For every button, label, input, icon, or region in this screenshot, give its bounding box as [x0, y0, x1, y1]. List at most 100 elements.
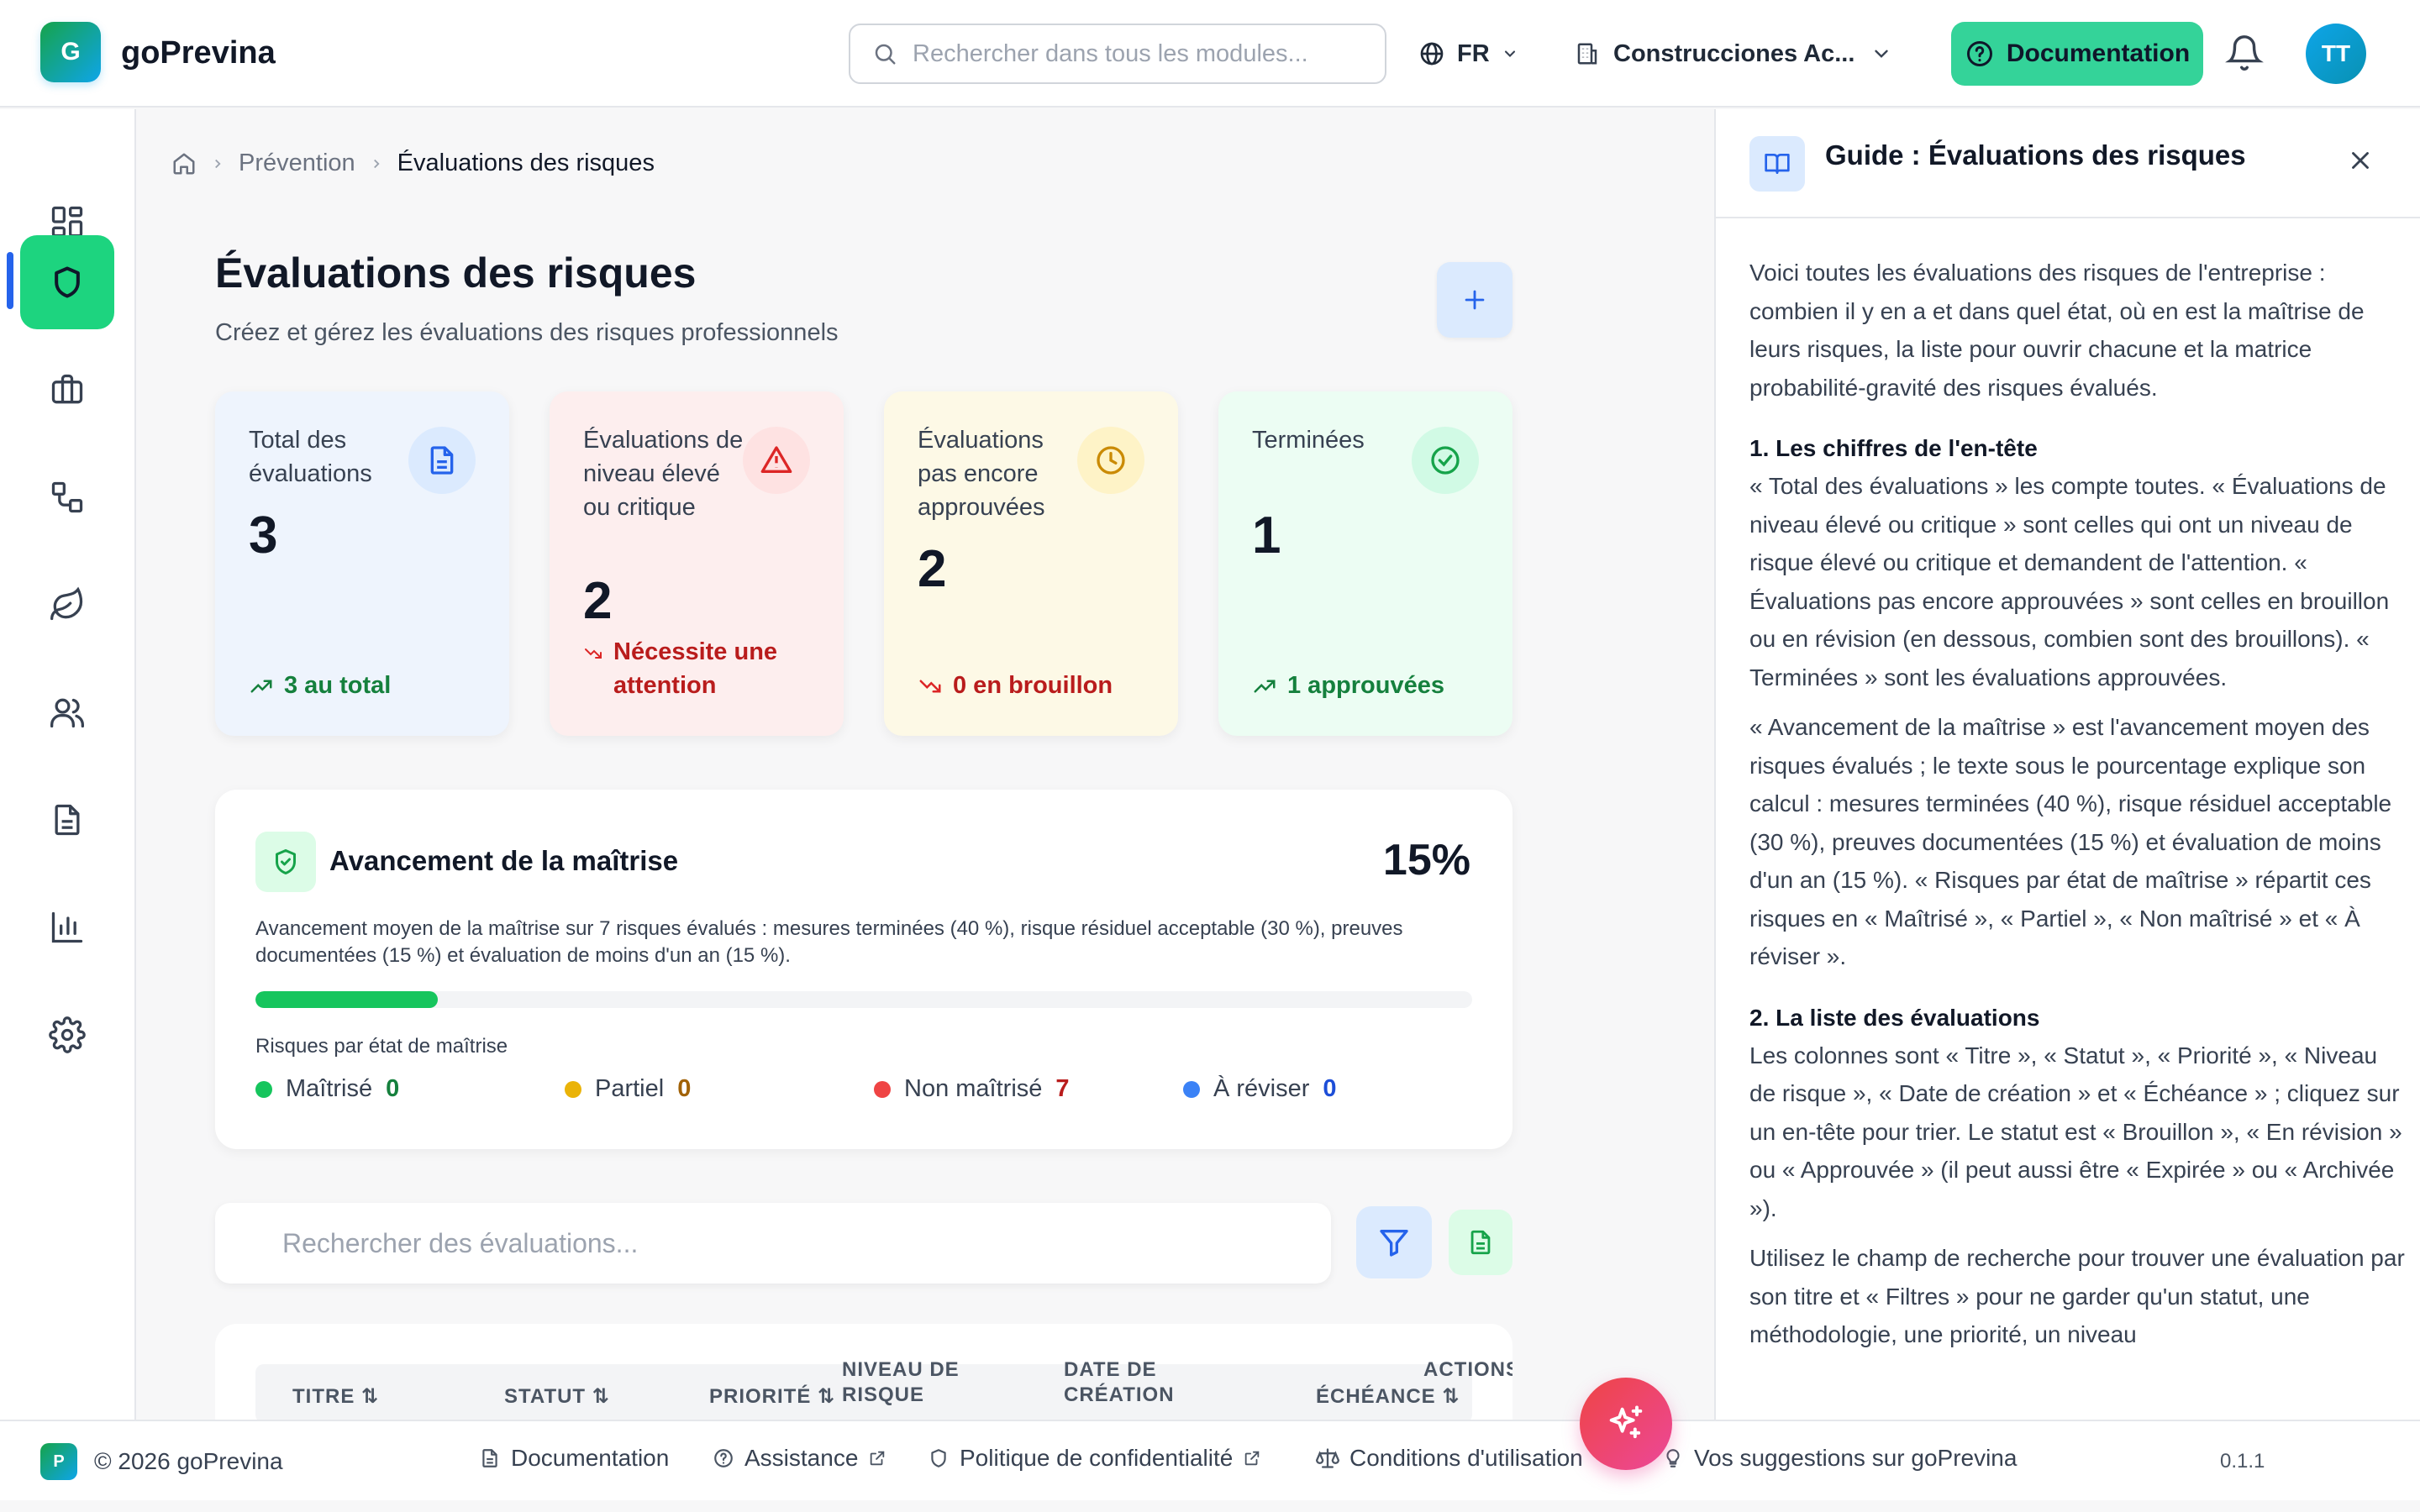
ai-assistant-button[interactable]: [1580, 1378, 1672, 1470]
stat-value: 2: [583, 572, 613, 630]
column-label: PRIORITÉ: [709, 1385, 812, 1408]
stat-label: Total des évaluations: [249, 427, 372, 487]
sidebar-item-documents[interactable]: [20, 773, 114, 867]
legend-count: 0: [1323, 1075, 1337, 1102]
guide-paragraph: « Avancement de la maîtrise » est l'avan…: [1749, 714, 2392, 969]
documentation-label: Documentation: [2006, 39, 2191, 67]
legend-count: 0: [677, 1075, 692, 1102]
check-circle-icon: [1412, 427, 1479, 494]
column-label: STATUT: [504, 1385, 587, 1408]
stat-footer: 1 approuvées: [1252, 669, 1444, 702]
file-text-icon: [408, 427, 476, 494]
stat-footer-text: 1 approuvées: [1287, 672, 1444, 699]
legend-maitrise: Maîtrisé 0: [255, 1075, 399, 1103]
legend-a-reviser: À réviser 0: [1183, 1075, 1337, 1103]
guide-body: Voici toutes les évaluations des risques…: [1749, 254, 2405, 1366]
footer-link-documentation[interactable]: Documentation: [479, 1445, 669, 1472]
legend-label: Non maîtrisé: [904, 1075, 1043, 1102]
notifications-bell-icon[interactable]: [2225, 34, 2264, 72]
stat-card-high-risk[interactable]: Évaluations de niveau élevé ou critique …: [550, 391, 844, 736]
chevron-down-icon: [1502, 45, 1518, 62]
book-open-icon: [1749, 136, 1805, 192]
leaf-icon: [49, 586, 86, 623]
footer-logo: P: [40, 1443, 77, 1480]
stat-value: 3: [249, 507, 278, 564]
language-label: FR: [1457, 39, 1490, 67]
guide-title: Guide : Évaluations des risques: [1825, 139, 2246, 171]
user-avatar[interactable]: TT: [2306, 24, 2366, 84]
status-dot: [1183, 1080, 1200, 1098]
breadcrumb-prevention[interactable]: Prévention: [239, 150, 355, 177]
column-header-due-date[interactable]: ÉCHÉANCE ⇅: [1316, 1384, 1460, 1410]
stat-card-total[interactable]: Total des évaluations 3 3 au total: [215, 391, 509, 736]
legend-non-maitrise: Non maîtrisé 7: [874, 1075, 1070, 1103]
documentation-button[interactable]: Documentation: [1951, 22, 2203, 86]
sidebar-item-settings[interactable]: [20, 988, 114, 1082]
column-label: ÉCHÉANCE: [1316, 1385, 1436, 1408]
status-dot: [565, 1080, 581, 1098]
sidebar-item-work[interactable]: [20, 343, 114, 437]
sidebar-item-workflow[interactable]: [20, 450, 114, 544]
trending-up-icon: [1252, 674, 1277, 699]
stat-label: Terminées: [1252, 427, 1365, 454]
chevron-right-icon: [369, 156, 384, 171]
column-label: NIVEAU DE RISQUE: [842, 1358, 960, 1406]
table-header-row: TITRE ⇅ STATUT ⇅ PRIORITÉ ⇅ NIVEAU DE RI…: [255, 1358, 1512, 1420]
footer-link-assistance[interactable]: Assistance: [713, 1445, 886, 1472]
search-placeholder: Rechercher dans tous les modules...: [913, 39, 1308, 67]
column-header-priority[interactable]: PRIORITÉ ⇅: [709, 1384, 835, 1410]
stat-card-not-approved[interactable]: Évaluations pas encore approuvées 2 0 en…: [884, 391, 1178, 736]
bar-chart-icon: [49, 909, 86, 946]
guide-panel: Guide : Évaluations des risques Voici to…: [1714, 109, 2420, 1420]
app-name[interactable]: goPrevina: [121, 35, 276, 71]
sidebar-item-environment[interactable]: [20, 558, 114, 652]
stat-footer-text: 3 au total: [284, 672, 392, 699]
add-evaluation-button[interactable]: [1437, 262, 1512, 338]
legend-label: Maîtrisé: [286, 1075, 373, 1102]
document-icon: [49, 801, 86, 838]
guide-paragraph: « Total des évaluations » les compte tou…: [1749, 473, 2390, 690]
users-icon: [49, 694, 86, 731]
footer-link-privacy[interactable]: Politique de confidentialité: [928, 1445, 1261, 1472]
mastery-subtitle: Risques par état de maîtrise: [255, 1035, 508, 1058]
sidebar-item-reports[interactable]: [20, 880, 114, 974]
global-search-input[interactable]: Rechercher dans tous les modules...: [849, 24, 1386, 84]
stat-footer: Nécessite une attention: [583, 635, 818, 702]
footer-copyright: © 2026 goPrevina: [94, 1448, 283, 1474]
legend-count: 7: [1055, 1075, 1070, 1102]
language-selector[interactable]: FR: [1418, 34, 1518, 74]
sidebar-item-prevention[interactable]: [20, 235, 114, 329]
stat-footer-text: 0 en brouillon: [953, 672, 1113, 699]
column-header-creation-date[interactable]: DATE DE CRÉATION: [1064, 1357, 1190, 1408]
filter-button[interactable]: [1356, 1206, 1432, 1278]
evaluations-search-input[interactable]: Rechercher des évaluations...: [215, 1203, 1331, 1284]
export-button[interactable]: [1449, 1210, 1512, 1275]
footer-link-terms[interactable]: Conditions d'utilisation: [1316, 1445, 1583, 1472]
scale-icon: [1316, 1446, 1339, 1470]
briefcase-icon: [49, 371, 86, 408]
top-header: G goPrevina Rechercher dans tous les mod…: [0, 0, 2420, 108]
footer-link-label: Vos suggestions sur goPrevina: [1694, 1445, 2018, 1471]
column-header-title[interactable]: TITRE ⇅: [292, 1384, 379, 1410]
footer-link-label: Assistance: [744, 1445, 859, 1471]
shield-icon: [928, 1447, 950, 1469]
footer-link-label: Documentation: [511, 1445, 670, 1471]
column-label: DATE DE CRÉATION: [1064, 1358, 1175, 1406]
stat-label: Évaluations pas encore approuvées: [918, 427, 1045, 521]
sidebar-item-users[interactable]: [20, 665, 114, 759]
lightbulb-icon: [1662, 1447, 1684, 1469]
footer-link-suggestions[interactable]: Vos suggestions sur goPrevina: [1662, 1445, 2017, 1472]
home-icon[interactable]: [171, 151, 197, 176]
file-text-icon: [479, 1447, 501, 1469]
guide-header: Guide : Évaluations des risques: [1716, 109, 2420, 218]
app-logo[interactable]: G: [40, 22, 101, 82]
column-header-risk-level[interactable]: NIVEAU DE RISQUE: [842, 1357, 960, 1408]
legend-label: Partiel: [595, 1075, 665, 1102]
stat-card-completed[interactable]: Terminées 1 1 approuvées: [1218, 391, 1512, 736]
external-link-icon: [868, 1449, 886, 1467]
close-icon[interactable]: [2346, 146, 2375, 175]
column-header-status[interactable]: STATUT ⇅: [504, 1384, 610, 1410]
company-selector[interactable]: Construcciones Ac...: [1575, 34, 1892, 74]
help-circle-icon: [1965, 39, 1995, 69]
status-dot: [255, 1080, 272, 1098]
